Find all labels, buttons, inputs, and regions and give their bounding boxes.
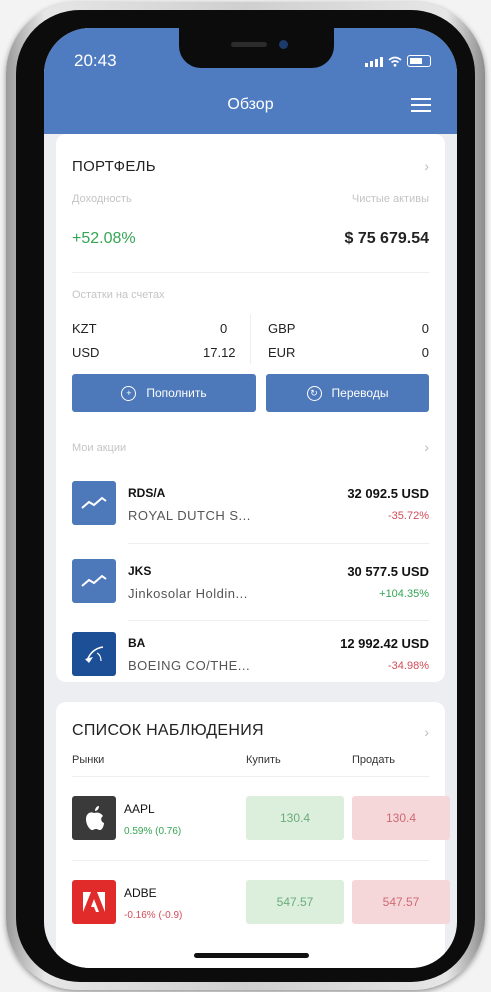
buy-price-button[interactable]: 547.57 bbox=[246, 880, 344, 924]
status-time: 20:43 bbox=[74, 51, 117, 70]
chevron-right-icon[interactable]: › bbox=[424, 724, 429, 740]
stock-change: -35.72% bbox=[388, 510, 429, 522]
net-assets-label: Чистые активы bbox=[351, 193, 429, 205]
divider bbox=[72, 776, 429, 777]
balance-amount: 0 bbox=[421, 321, 429, 336]
stock-name: Jinkosolar Holdin... bbox=[128, 586, 248, 601]
plus-circle-icon: + bbox=[121, 385, 137, 401]
stock-name: ROYAL DUTCH S... bbox=[128, 508, 251, 523]
portfolio-card: ПОРТФЕЛЬ › Доходность Чистые активы +52.… bbox=[56, 134, 445, 682]
watchlist-row[interactable]: ADBE -0.16% (-0.9) 547.57 547.57 bbox=[56, 864, 450, 940]
balance-amount: 17.12 bbox=[203, 345, 236, 360]
stock-row[interactable]: RDS/A ROYAL DUTCH S... 32 092.5 USD -35.… bbox=[56, 470, 445, 536]
wifi-icon bbox=[388, 56, 402, 67]
front-camera bbox=[279, 40, 288, 49]
transfers-button-label: Переводы bbox=[331, 386, 389, 400]
watch-change: 0.59% (0.76) bbox=[124, 826, 182, 837]
deposit-button[interactable]: + Пополнить bbox=[72, 374, 256, 412]
status-icons bbox=[365, 55, 431, 67]
chevron-right-icon[interactable]: › bbox=[424, 439, 429, 455]
stock-change: +104.35% bbox=[379, 588, 429, 600]
stock-amount: 32 092.5 USD bbox=[347, 486, 429, 501]
watch-ticker: ADBE bbox=[124, 886, 157, 900]
stock-name: BOEING CO/THE... bbox=[128, 658, 251, 673]
column-header-markets: Рынки bbox=[72, 754, 105, 766]
stock-ticker: RDS/A bbox=[128, 486, 166, 500]
sell-price-button[interactable]: 547.57 bbox=[352, 880, 450, 924]
deposit-button-label: Пополнить bbox=[146, 386, 207, 400]
column-divider bbox=[250, 314, 251, 364]
column-header-buy: Купить bbox=[246, 754, 281, 766]
watch-change: -0.16% (-0.9) bbox=[124, 910, 183, 921]
speaker bbox=[231, 42, 267, 47]
phone-notch bbox=[179, 28, 334, 68]
watchlist-title[interactable]: СПИСОК НАБЛЮДЕНИЯ bbox=[72, 722, 264, 740]
balance-amount: 0 bbox=[220, 321, 228, 336]
signal-icon bbox=[365, 57, 383, 67]
watchlist-card: СПИСОК НАБЛЮДЕНИЯ › Рынки Купить Продать… bbox=[56, 702, 450, 968]
stock-amount: 30 577.5 USD bbox=[347, 564, 429, 579]
portfolio-title[interactable]: ПОРТФЕЛЬ bbox=[72, 158, 156, 175]
return-value: +52.08% bbox=[72, 230, 136, 247]
sell-price-button[interactable]: 130.4 bbox=[352, 796, 450, 840]
stock-ticker: BA bbox=[128, 636, 146, 650]
transfers-button[interactable]: ↻ Переводы bbox=[266, 374, 429, 412]
chart-trend-icon bbox=[72, 481, 116, 525]
net-assets-value: $ 75 679.54 bbox=[344, 230, 429, 247]
balance-amount: 0 bbox=[421, 345, 429, 360]
balance-currency: USD bbox=[72, 345, 100, 360]
divider bbox=[128, 620, 429, 621]
my-stocks-label[interactable]: Мои акции bbox=[72, 442, 126, 454]
adobe-logo-icon bbox=[72, 880, 116, 924]
stock-row[interactable]: JKS Jinkosolar Holdin... 30 577.5 USD +1… bbox=[56, 548, 445, 614]
return-label: Доходность bbox=[72, 193, 132, 205]
buy-price-button[interactable]: 130.4 bbox=[246, 796, 344, 840]
balance-currency: KZT bbox=[72, 321, 97, 336]
apple-logo-icon bbox=[72, 796, 116, 840]
boeing-logo-icon bbox=[72, 632, 116, 676]
balance-currency: GBP bbox=[268, 321, 296, 336]
hamburger-menu-icon[interactable] bbox=[411, 98, 431, 116]
stock-amount: 12 992.42 USD bbox=[340, 636, 429, 651]
battery-icon bbox=[407, 55, 431, 67]
watch-ticker: AAPL bbox=[124, 802, 155, 816]
transfer-circle-icon: ↻ bbox=[306, 385, 322, 401]
watchlist-row[interactable]: AAPL 0.59% (0.76) 130.4 130.4 bbox=[56, 780, 450, 856]
column-header-sell: Продать bbox=[352, 754, 395, 766]
home-indicator[interactable] bbox=[194, 953, 309, 958]
divider bbox=[72, 860, 429, 861]
stock-ticker: JKS bbox=[128, 564, 152, 578]
app-screen: 20:43 Обзор ПОРТФЕЛЬ › Доходность Чистые… bbox=[44, 28, 457, 968]
divider bbox=[128, 543, 429, 544]
stock-row[interactable]: BA BOEING CO/THE... 12 992.42 USD -34.98… bbox=[56, 622, 445, 682]
divider bbox=[72, 272, 429, 273]
balance-currency: EUR bbox=[268, 345, 296, 360]
chart-trend-icon bbox=[72, 559, 116, 603]
chevron-right-icon[interactable]: › bbox=[424, 158, 429, 174]
balances-label: Остатки на счетах bbox=[72, 289, 165, 301]
app-header: 20:43 Обзор bbox=[44, 28, 457, 134]
stock-change: -34.98% bbox=[388, 660, 429, 672]
page-title: Обзор bbox=[227, 96, 274, 113]
